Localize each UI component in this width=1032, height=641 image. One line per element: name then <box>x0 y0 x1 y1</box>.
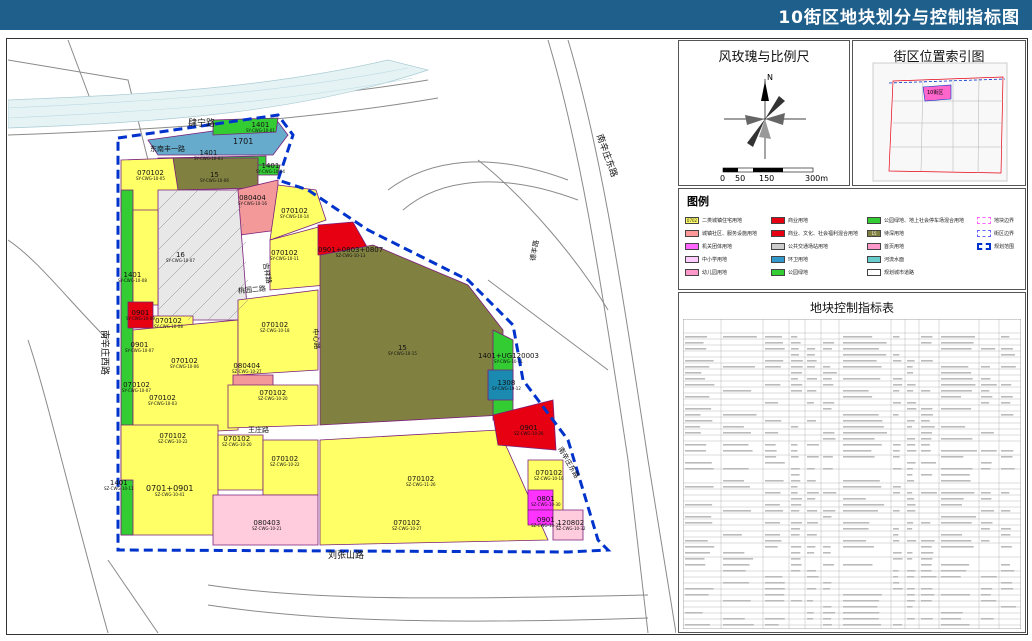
road-label-dongnanfeng: 东南丰一路 <box>150 144 185 154</box>
map-panel[interactable]: 肆宁路 东南丰一路 南辛庄东路 南辛庄西路 刘张山路 王庄路 德丰路 桃园二路 … <box>8 40 676 633</box>
parcel-label[interactable]: 070102 SY-CWG-10-05 <box>136 170 165 182</box>
road-label-liuxian: 刘张山路 <box>328 548 364 561</box>
legend-item: 环卫用地 <box>771 256 808 263</box>
index-map[interactable] <box>853 41 1027 187</box>
parcel-label[interactable]: 0901 SZ-CWG-10-26 <box>514 425 544 437</box>
scale-150: 150 <box>759 174 774 183</box>
road-label-suining: 肆宁路 <box>188 116 215 129</box>
control-table-grid <box>683 319 1021 629</box>
parcel-label[interactable]: 0901 SY-CWG-10-09 <box>126 310 155 322</box>
parcel-label[interactable]: 070102 SZ-CWG-10-20 <box>258 390 288 402</box>
parcel-label[interactable]: 1401 SY-CWG-10-04 <box>256 163 285 175</box>
legend-item: 规划城市道路 <box>867 269 914 276</box>
scale-0: 0 <box>720 174 725 183</box>
parcel-label[interactable]: 080404 SZ-CWG-10-27 <box>232 363 262 375</box>
legend-item: 商业、文化、社会福利混合用地 <box>771 230 858 237</box>
parcel-label[interactable]: 16 SY-CWG-10-07 <box>166 252 195 264</box>
index-map-box: 街区位置索引图 10街区 <box>852 40 1026 186</box>
parcel-label[interactable]: 070102 SZ-CWG-10-18 <box>260 322 290 334</box>
parcel-label[interactable]: 080404 SY-CWG-10-16 <box>238 195 267 207</box>
legend-item: 首页用地 <box>867 243 904 250</box>
control-table-title: 地块控制指标表 <box>679 299 1025 316</box>
parcel-label[interactable]: 1401 SZ-CWG-10-11 <box>104 480 134 492</box>
parcel-label[interactable]: 070102 SZ-CWG-10-22 <box>270 456 300 468</box>
legend-item: 城镇社区、服务设施用地 <box>685 230 757 237</box>
legend-item: 0702 二类城镇住宅用地 <box>685 217 742 224</box>
legend-item: 河流水面 <box>867 256 904 263</box>
index-highlight-label: 10街区 <box>927 89 943 96</box>
parcel-070102-e <box>133 320 238 435</box>
compass-box: 风玫瑰与比例尺 N 0 50 150 300m <box>678 40 850 186</box>
legend-item: 公园绿地 <box>771 269 808 276</box>
parcel-070102-w <box>133 210 158 305</box>
control-table-box: 地块控制指标表 <box>678 292 1026 633</box>
control-table[interactable] <box>683 319 1021 615</box>
parcel-label[interactable]: 1401+UG120003 SY-CWG-10-11 <box>478 353 539 365</box>
parcel-label[interactable]: 120802 SZ-CWG-10-32 <box>556 520 586 532</box>
title-bar: 10街区地块划分与控制指标图 <box>0 0 1032 30</box>
parcel-label[interactable]: 0901 SY-CWG-10-07 <box>125 342 154 354</box>
parcel-label[interactable]: 070102 SY-CWG-10-11 <box>270 250 299 262</box>
parcel-15-big <box>320 245 503 425</box>
parcel-label[interactable]: 15 SY-CWG-10-15 <box>388 345 417 357</box>
parcel-label[interactable]: 070102 SZ-CWG-10-10 <box>534 470 564 482</box>
parcel-label[interactable]: 070102 SY-CWG-10-08 <box>154 318 183 330</box>
legend-item: 规划范围 <box>977 243 1014 250</box>
parcel-label[interactable]: 070102 SY-CWG-10-06 <box>170 358 199 370</box>
legend-item: 地块边界 <box>977 217 1014 224</box>
parcel-label[interactable]: 15 SY-CWG-10-06 <box>200 172 229 184</box>
parcel-label[interactable]: 1401 SY-CWG-10-01 <box>246 122 275 134</box>
parcel-label[interactable]: 0901+0803+0807 SZ-CWG-10-13 <box>318 247 383 259</box>
parcel-label[interactable]: 080403 SZ-CWG-10-21 <box>252 520 282 532</box>
parcel-label[interactable]: 0801 SZ-CWG-10-30 <box>531 496 561 508</box>
parcel-label[interactable]: 070102 SY-CWG-10-03 <box>148 395 177 407</box>
parcel-label[interactable]: 0701+0901 SZ-CWG-10-41 <box>146 485 193 498</box>
north-label: N <box>767 73 773 82</box>
scale-300: 300m <box>805 174 828 183</box>
parcel-label[interactable]: 1701 <box>233 138 253 146</box>
legend-item: 幼儿园用地 <box>685 269 727 276</box>
legend-item: 公园绿地、地上社会停车场混合用地 <box>867 217 964 224</box>
parcel-label[interactable]: 070102 SZ-CWG-10-27 <box>392 520 422 532</box>
scale-50: 50 <box>735 174 745 183</box>
parcel-label[interactable]: 1401 SY-CWG-10-03 <box>194 150 223 162</box>
side-panel: 风玫瑰与比例尺 N 0 50 150 300m 街区位置索引图 10街区 图例 … <box>678 40 1026 633</box>
parcel-label[interactable]: 070102 SZ-CWG-10-22 <box>158 433 188 445</box>
legend-item: 机关团体用地 <box>685 243 732 250</box>
parcel-label[interactable]: 070102 SY-CWG-10-14 <box>280 208 309 220</box>
legend-item: 15 待深用地 <box>867 230 904 237</box>
road-label-wangjia: 王庄路 <box>248 425 269 435</box>
wind-rose <box>679 41 851 187</box>
road-label-zhonglu: 中心路 <box>310 328 322 350</box>
legend-item: 公共交通场站用地 <box>771 243 828 250</box>
legend-item: 商业用地 <box>771 217 808 224</box>
page-title: 10街区地块划分与控制指标图 <box>778 3 1020 28</box>
legend-item: 街区边界 <box>977 230 1014 237</box>
parcel-label[interactable]: 1401 SY-CWG-10-08 <box>118 272 147 284</box>
parcel-label[interactable]: 070102 SY-CWG-10-07 <box>122 382 151 394</box>
legend-box: 图例 0702 二类城镇住宅用地 商业用地 公园绿地、地上社会停车场混合用地 地块… <box>678 188 1026 290</box>
parcel-label[interactable]: 070102 SZ-CWG-10-20 <box>222 436 252 448</box>
parcel-label[interactable]: 1308 SY-CWG-10-12 <box>492 380 521 392</box>
road-label-nanxin-xi: 南辛庄西路 <box>99 330 112 375</box>
legend-item: 中小学用地 <box>685 256 727 263</box>
legend-title: 图例 <box>687 193 709 209</box>
parcel-label[interactable]: 070102 SZ-CWG-11-26 <box>406 476 436 488</box>
